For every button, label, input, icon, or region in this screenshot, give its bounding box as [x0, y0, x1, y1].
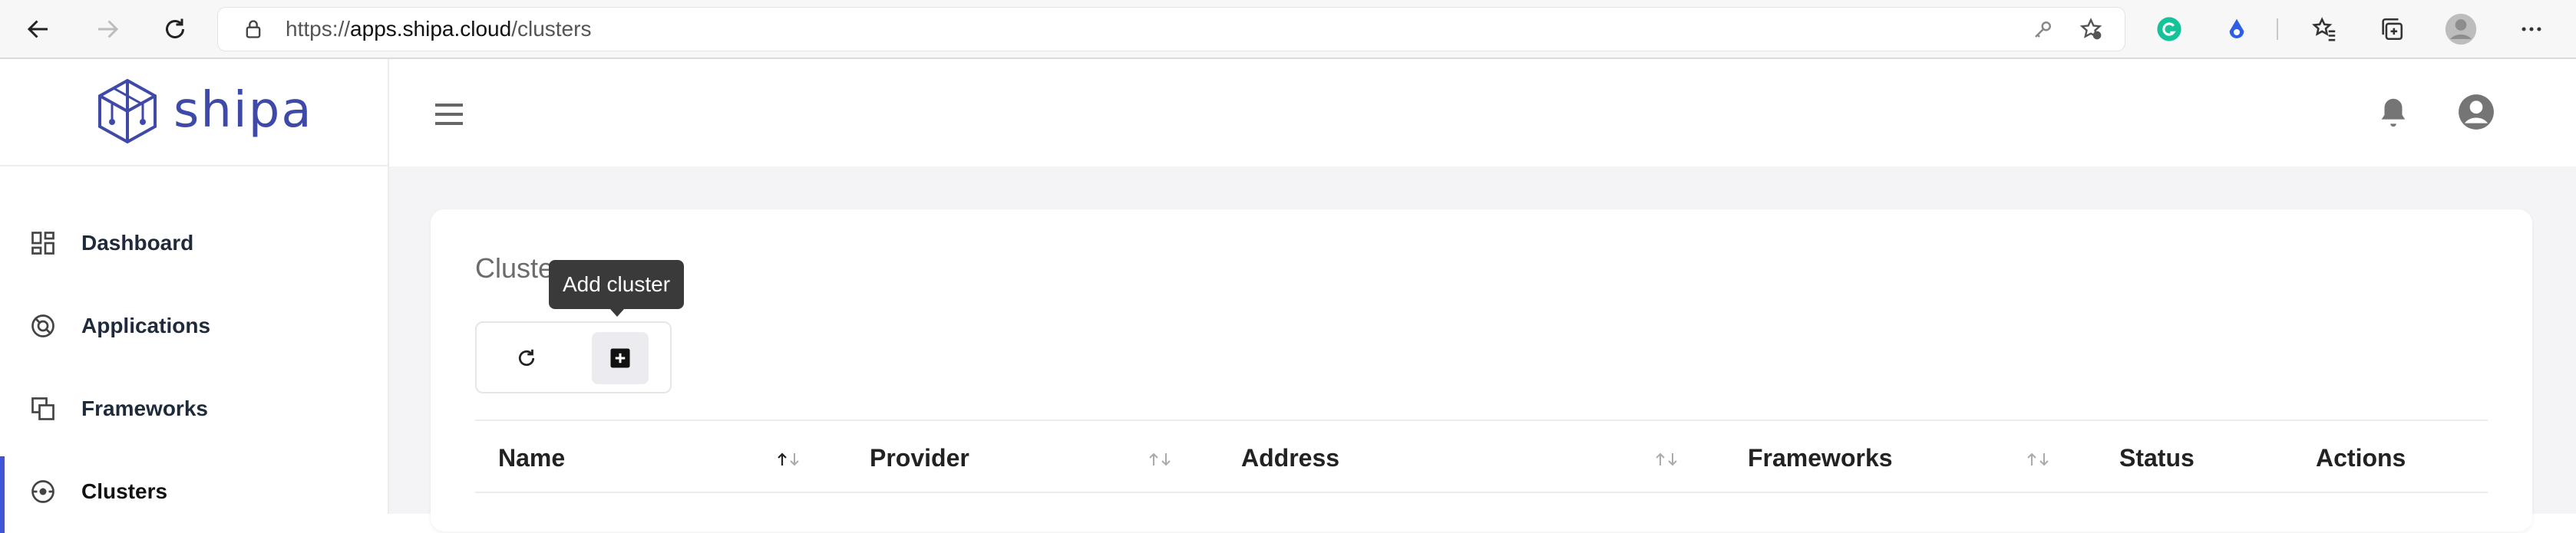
back-icon: [27, 20, 48, 38]
account-icon[interactable]: [2457, 93, 2495, 131]
forward-button[interactable]: [84, 6, 130, 52]
key-icon[interactable]: [2028, 14, 2059, 44]
refresh-button[interactable]: [498, 332, 555, 384]
reload-button[interactable]: [152, 6, 198, 52]
table-toolbar: [475, 321, 672, 393]
table-header: Name Provider Address Frameworks Status …: [475, 419, 2488, 493]
app-header: [389, 59, 2576, 166]
column-header-name[interactable]: Name: [498, 421, 565, 495]
clusters-icon: [31, 480, 54, 503]
refresh-icon: [166, 18, 184, 38]
more-icon[interactable]: [2513, 11, 2550, 48]
brand-name: shipa: [173, 82, 313, 139]
sidebar: shipa Dashboard Applications Frameworks …: [0, 59, 389, 533]
url-path: /clusters: [511, 17, 592, 41]
sidebar-item-dashboard[interactable]: Dashboard: [0, 202, 388, 285]
column-header-frameworks[interactable]: Frameworks: [1748, 421, 1893, 495]
column-header-actions: Actions: [2316, 444, 2406, 472]
notifications-icon[interactable]: [2376, 94, 2411, 130]
url-text: https://apps.shipa.cloud/clusters: [286, 8, 591, 51]
address-bar[interactable]: https://apps.shipa.cloud/clusters: [218, 8, 2125, 51]
menu-icon[interactable]: [431, 96, 467, 133]
sort-icon[interactable]: [2023, 450, 2053, 469]
column-header-address[interactable]: Address: [1241, 421, 1339, 495]
collections-icon[interactable]: [2373, 11, 2410, 48]
sort-asc-icon[interactable]: [773, 450, 804, 469]
grammarly-icon[interactable]: [2151, 11, 2188, 48]
url-host: apps.shipa.cloud: [350, 17, 512, 41]
frameworks-icon: [31, 397, 54, 420]
sidebar-item-label: Applications: [81, 314, 211, 337]
favorites-icon[interactable]: [2306, 11, 2343, 48]
lock-icon[interactable]: [238, 14, 269, 44]
extension-icon[interactable]: [2218, 11, 2255, 48]
clusters-card: Clusters Add cluster Name Provider Addre…: [431, 209, 2532, 531]
column-header-status: Status: [2119, 444, 2195, 472]
url-scheme: https://: [286, 17, 351, 41]
sidebar-item-label: Dashboard: [81, 231, 194, 255]
forward-icon: [98, 20, 119, 38]
sidebar-item-frameworks[interactable]: Frameworks: [0, 367, 388, 450]
shipa-logo-icon: [98, 78, 157, 144]
sidebar-item-applications[interactable]: Applications: [0, 285, 388, 367]
toolbar-divider: [2277, 18, 2278, 40]
favorite-add-icon[interactable]: [2076, 14, 2106, 44]
brand[interactable]: shipa: [0, 59, 388, 166]
sort-icon[interactable]: [1144, 450, 1175, 469]
applications-icon: [31, 314, 54, 337]
column-header-provider[interactable]: Provider: [870, 421, 969, 495]
add-cluster-tooltip: Add cluster: [549, 260, 684, 317]
refresh-icon: [518, 349, 535, 367]
sidebar-item-label: Frameworks: [81, 396, 208, 420]
sort-icon[interactable]: [1651, 450, 1682, 469]
add-box-icon: [610, 348, 630, 368]
profile-icon[interactable]: [2442, 11, 2479, 48]
sidebar-item-clusters[interactable]: Clusters: [0, 450, 388, 533]
back-button[interactable]: [15, 6, 61, 52]
sidebar-item-label: Clusters: [81, 479, 168, 503]
dashboard-icon: [31, 232, 54, 255]
browser-toolbar: https://apps.shipa.cloud/clusters: [0, 0, 2576, 59]
add-cluster-button[interactable]: [592, 332, 649, 384]
main-content: Clusters Add cluster Name Provider Addre…: [389, 166, 2576, 531]
